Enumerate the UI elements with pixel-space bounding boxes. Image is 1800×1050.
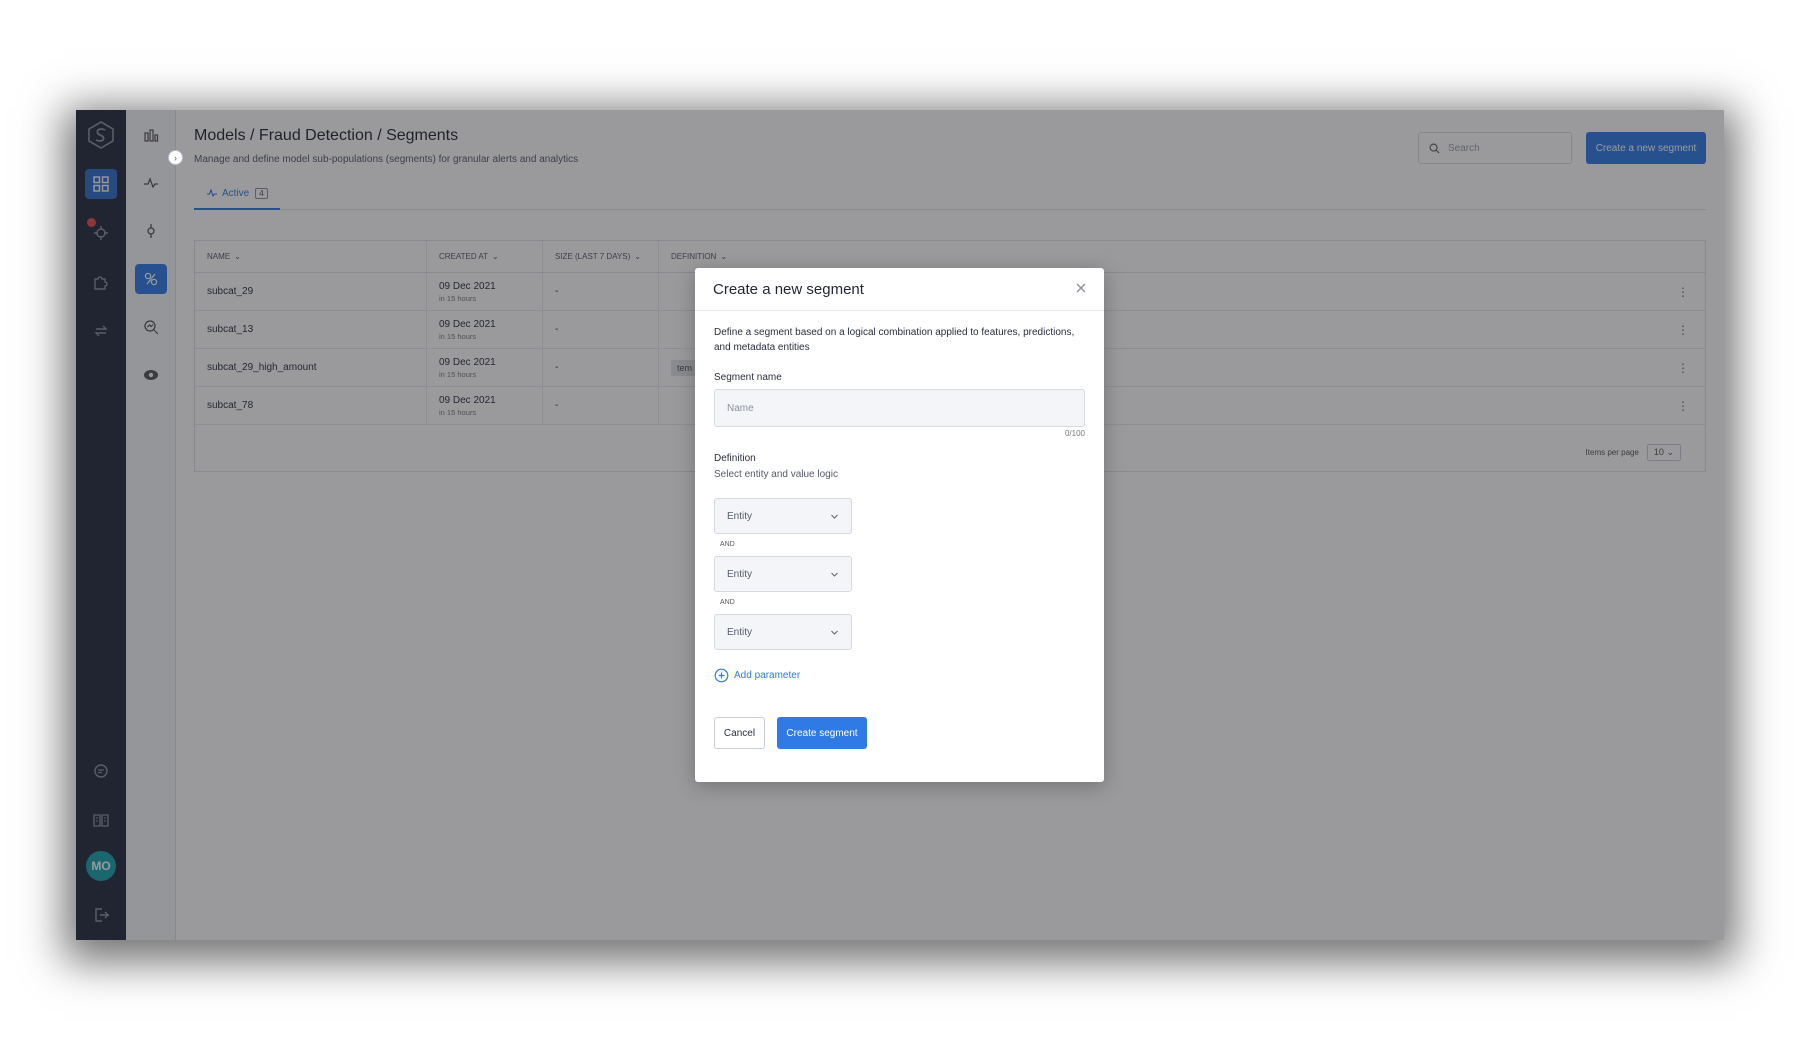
chevron-down-icon: [831, 514, 838, 519]
modal-actions: Cancel Create segment: [714, 717, 1085, 749]
modal-title: Create a new segment: [713, 280, 864, 298]
modal-header: Create a new segment: [695, 268, 1104, 311]
segment-name-label: Segment name: [714, 372, 782, 383]
cancel-button[interactable]: Cancel: [714, 717, 765, 749]
and-label: AND: [720, 541, 735, 548]
create-segment-modal: Create a new segment Define a segment ba…: [695, 268, 1104, 782]
entity-list: Entity AND Entity AND Entity: [714, 498, 1085, 650]
plus-circle-icon: [714, 668, 729, 683]
and-label: AND: [720, 599, 735, 606]
modal-body: Define a segment based on a logical comb…: [695, 311, 1104, 763]
entity-select-value: Entity: [727, 510, 753, 522]
add-parameter-button[interactable]: Add parameter: [714, 668, 1085, 683]
create-segment-submit-button[interactable]: Create segment: [777, 717, 867, 749]
close-icon[interactable]: [1074, 281, 1088, 295]
segment-name-input[interactable]: Name: [714, 389, 1085, 427]
entity-select-value: Entity: [727, 568, 753, 580]
entity-select[interactable]: Entity: [714, 614, 852, 650]
entity-select[interactable]: Entity: [714, 498, 852, 534]
add-parameter-label: Add parameter: [734, 670, 801, 681]
collapse-sidebar-button[interactable]: ›: [168, 150, 183, 165]
name-char-counter: 0/100: [1064, 429, 1085, 438]
entity-select-value: Entity: [727, 626, 753, 638]
entity-select[interactable]: Entity: [714, 556, 852, 592]
chevron-right-icon: ›: [174, 152, 177, 163]
chevron-down-icon: [831, 630, 838, 635]
modal-description: Define a segment based on a logical comb…: [714, 327, 1075, 353]
definition-label: Definition: [714, 453, 756, 464]
definition-sublabel: Select entity and value logic: [714, 469, 838, 480]
chevron-down-icon: [831, 572, 838, 577]
name-placeholder: Name: [727, 402, 754, 414]
